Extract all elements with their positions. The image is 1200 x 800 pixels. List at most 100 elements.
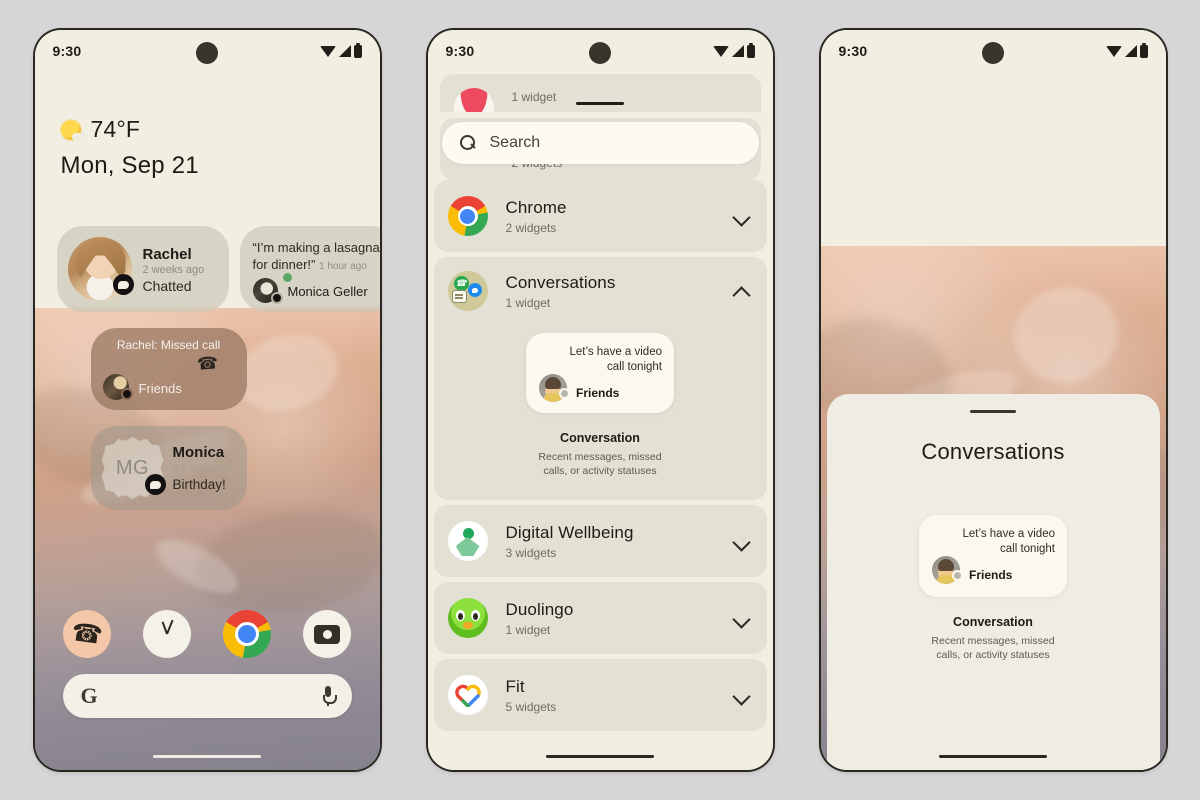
date-label: Mon, Sep 21 <box>60 152 199 179</box>
app-name: Conversations <box>505 272 616 292</box>
contact-name: Friends <box>138 381 182 396</box>
message-icon <box>144 474 166 495</box>
message-icon <box>952 570 963 581</box>
chevron-down-icon[interactable] <box>734 688 749 703</box>
conversation-widget-monica-geller[interactable]: “I’m making a lasagna for dinner!” 1 hou… <box>239 226 380 312</box>
status-bar: 9:30 <box>428 30 773 72</box>
preview-description: Recent messages, missed calls, or activi… <box>931 634 1054 662</box>
weather-widget[interactable]: 74°F <box>60 116 141 143</box>
message-line-1: Let’s have a video <box>962 528 1056 540</box>
missed-call-icon: ☎ <box>196 353 220 374</box>
chevron-down-icon[interactable] <box>734 534 749 549</box>
widget-preview[interactable]: Let’s have a video call tonight Friends … <box>448 333 753 478</box>
google-logo-icon: G <box>80 683 98 708</box>
message-line-2: call tonight <box>607 361 662 373</box>
search-icon <box>459 135 476 151</box>
widget-count: 3 widgets <box>505 545 557 560</box>
microphone-icon[interactable] <box>322 686 337 706</box>
google-search-bar[interactable]: G <box>62 674 352 718</box>
wifi-icon <box>319 45 336 57</box>
sheet-drag-handle[interactable] <box>970 410 1016 413</box>
contact-name: Friends <box>969 568 1013 582</box>
camera-punch-hole <box>196 42 218 64</box>
signal-icon <box>1124 45 1137 57</box>
chevron-down-icon[interactable] <box>734 611 749 626</box>
phone-bottom-sheet: 9:30 Conversations Let’s have a video ca… <box>820 30 1166 770</box>
preview-message: Let’s have a video call tonight <box>546 345 663 375</box>
description-line-1: Recent messages, missed <box>931 635 1055 647</box>
battery-icon <box>746 42 755 58</box>
camera-punch-hole <box>589 42 611 64</box>
widget-count: 1 widget <box>505 295 551 310</box>
gesture-nav-bar[interactable] <box>939 755 1047 758</box>
description-line-1: Recent messages, missed <box>538 451 662 463</box>
conversation-widget-missed-call[interactable]: Rachel: Missed call ☎ Friends <box>90 328 247 410</box>
status-time: 9:30 <box>838 43 868 59</box>
chrome-icon[interactable] <box>223 610 271 658</box>
conversation-widget-monica-birthday[interactable]: MG Monica It's Monica's Birthday! <box>90 426 247 510</box>
conversations-bottom-sheet: Conversations Let’s have a video call to… <box>826 394 1160 770</box>
preview-title: Conversation <box>560 431 640 445</box>
conversations-icon <box>447 271 488 311</box>
quote-text: “I’m making a lasagna for dinner!” 1 hou… <box>253 239 380 275</box>
conversation-widget-preview-card[interactable]: Let’s have a video call tonight Friends <box>919 515 1067 597</box>
row-text: Chrome 2 widgets <box>506 198 734 235</box>
chevron-down-icon[interactable] <box>734 209 749 224</box>
widget-row-chrome[interactable]: Chrome 2 widgets <box>433 180 767 252</box>
message-line-2: call tonight <box>1000 543 1055 555</box>
preview-description: Recent messages, missed calls, or activi… <box>538 450 661 478</box>
conversation-widget-rachel[interactable]: Rachel 2 weeks ago Chatted <box>56 226 229 312</box>
sheet-title: Conversations <box>921 439 1065 464</box>
contact-name: Rachel <box>142 246 192 263</box>
status-icons <box>319 42 362 58</box>
signal-icon <box>338 45 351 57</box>
message-line-1: Let’s have a video <box>569 346 663 358</box>
widget-row-digital-wellbeing[interactable]: Digital Wellbeing 3 widgets <box>433 505 767 577</box>
battery-icon <box>1139 42 1148 58</box>
search-input[interactable]: Search <box>441 122 759 164</box>
camera-icon[interactable] <box>303 610 351 658</box>
status-line-1: It's Monica's <box>172 463 233 475</box>
status-text: Chatted <box>142 278 192 294</box>
app-icon <box>453 88 494 112</box>
sheet-drag-handle[interactable] <box>576 102 624 105</box>
status-icons <box>1105 42 1148 58</box>
contact-name: Friends <box>576 386 620 400</box>
row-text: Conversations 1 widget <box>506 273 734 310</box>
message-icon <box>559 388 570 399</box>
widget-count: 1 widget <box>511 90 557 104</box>
screen-bottom-sheet: 9:30 Conversations Let’s have a video ca… <box>820 30 1166 770</box>
signal-icon <box>731 45 744 57</box>
widget-category-list: Chrome 2 widgets Conversations 1 widget <box>428 180 773 770</box>
gesture-nav-bar[interactable] <box>153 755 261 758</box>
row-header[interactable]: Conversations 1 widget <box>447 271 753 311</box>
row-text: Digital Wellbeing 3 widgets <box>506 523 734 560</box>
widget-row-fit[interactable]: Fit 5 widgets <box>433 659 767 731</box>
widget-preview[interactable]: Let’s have a video call tonight Friends … <box>919 515 1067 662</box>
gesture-nav-bar[interactable] <box>546 755 654 758</box>
chevron-up-icon[interactable] <box>734 284 749 299</box>
status-time: 9:30 <box>445 43 475 59</box>
row-text: Duolingo 1 widget <box>506 600 734 637</box>
app-name: Fit <box>505 676 525 696</box>
description-line-2: calls, or activity statuses <box>543 465 657 477</box>
missed-call-title: Rachel: Missed call <box>116 338 221 352</box>
phone-widget-picker: 9:30 1 widget 2 widgets Search <box>427 30 773 770</box>
phone-icon[interactable] <box>63 610 111 658</box>
clock-icon[interactable] <box>143 610 191 658</box>
online-status-dot <box>282 273 292 282</box>
screen-home: 9:30 74°F Mon, Sep 21 Rachel 2 weeks ago… <box>34 30 380 770</box>
app-name: Digital Wellbeing <box>505 522 634 542</box>
conversation-widget-preview-card[interactable]: Let’s have a video call tonight Friends <box>526 333 674 413</box>
app-dock <box>35 610 380 658</box>
timestamp: 2 weeks ago <box>142 264 205 276</box>
screenshot-stage: 9:30 74°F Mon, Sep 21 Rachel 2 weeks ago… <box>0 0 1200 800</box>
wifi-icon <box>712 45 729 57</box>
app-name: Chrome <box>505 197 567 217</box>
widget-row-conversations[interactable]: Conversations 1 widget Let’s have a vide… <box>433 257 767 500</box>
phone-home-screen: 9:30 74°F Mon, Sep 21 Rachel 2 weeks ago… <box>34 30 380 770</box>
widget-row-duolingo[interactable]: Duolingo 1 widget <box>433 582 767 654</box>
partial-widget-row-top[interactable]: 1 widget <box>439 74 761 112</box>
digital-wellbeing-icon <box>447 521 488 561</box>
message-icon <box>120 388 133 400</box>
